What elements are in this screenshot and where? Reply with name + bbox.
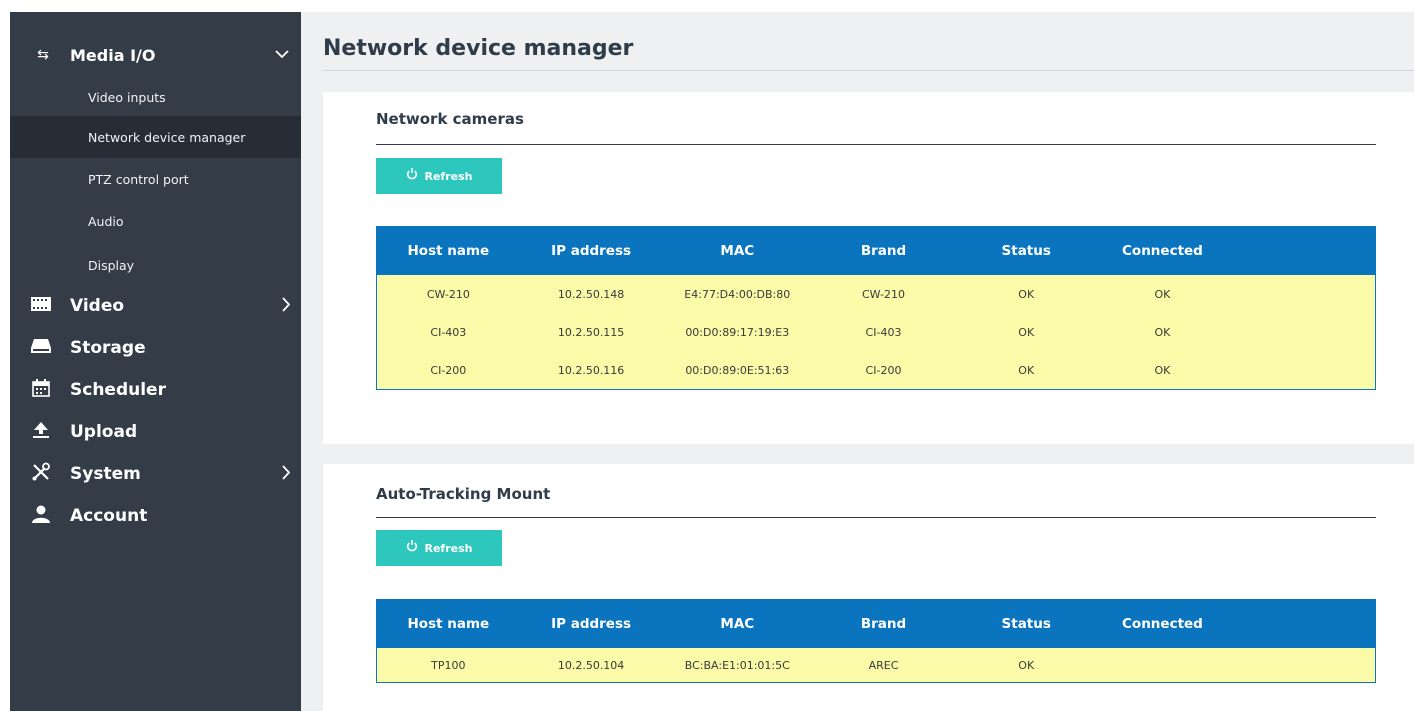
refresh-button[interactable]: Refresh [376, 158, 502, 194]
cell-status: OK [1018, 658, 1035, 672]
cell-ip-address: 10.2.50.148 [557, 287, 625, 301]
chevron-right-icon [282, 296, 291, 317]
film-icon [29, 296, 53, 316]
table-row[interactable]: CI-403 10.2.50.115 00:D0:89:17:19:E3 CI-… [377, 313, 1375, 351]
refresh-button[interactable]: Refresh [376, 530, 502, 566]
cell-host-name: CW-210 [426, 287, 470, 301]
cell-mac: 00:D0:89:0E:51:63 [685, 363, 790, 377]
section-divider [376, 144, 1376, 145]
sidebar-subitem-audio[interactable]: Audio [10, 200, 301, 242]
auto-tracking-table: Host name IP address MAC Brand Status Co… [376, 599, 1376, 683]
sidebar-item-system[interactable]: System [10, 453, 301, 495]
chevron-down-icon [275, 47, 289, 63]
sidebar-item-scheduler[interactable]: Scheduler [10, 369, 301, 411]
auto-tracking-card: Auto-Tracking Mount Refresh Host name IP… [323, 464, 1414, 711]
sidebar-item-account[interactable]: Account [10, 495, 301, 537]
cell-connected: OK [1154, 363, 1171, 377]
network-cameras-table: Host name IP address MAC Brand Status Co… [376, 226, 1376, 390]
cell-host-name: CI-403 [430, 325, 467, 339]
sidebar-subitem-label: Video inputs [88, 89, 166, 105]
cell-status: OK [1018, 325, 1035, 339]
chevron-right-icon [282, 464, 291, 485]
upload-icon [29, 421, 53, 444]
section-title: Network cameras [376, 110, 524, 128]
cell-brand: CI-403 [865, 325, 902, 339]
column-header[interactable]: IP address [520, 243, 663, 259]
section-title: Auto-Tracking Mount [376, 485, 551, 503]
sidebar-item-label: Scheduler [70, 380, 166, 400]
sidebar-subitem-label: Network device manager [88, 129, 246, 145]
column-header[interactable]: Connected [1098, 616, 1228, 632]
sidebar-subitem-label: PTZ control port [88, 171, 189, 187]
sidebar-item-upload[interactable]: Upload [10, 411, 301, 453]
cell-ip-address: 10.2.50.116 [557, 363, 625, 377]
cell-host-name: CI-200 [430, 363, 467, 377]
sidebar-item-label: Storage [70, 338, 146, 358]
cell-mac: 00:D0:89:17:19:E3 [685, 325, 790, 339]
table-header: Host name IP address MAC Brand Status Co… [377, 600, 1375, 648]
sidebar-subitem-display[interactable]: Display [10, 244, 301, 286]
refresh-label: Refresh [424, 541, 473, 555]
column-header[interactable]: Status [955, 616, 1098, 632]
column-header[interactable]: Status [955, 243, 1098, 259]
storage-icon [29, 338, 53, 358]
network-cameras-card: Network cameras Refresh Host name IP add… [323, 92, 1414, 444]
main-content: Network device manager Network cameras R… [301, 12, 1414, 711]
media-io-icon: ⇆ [37, 47, 49, 63]
cell-mac: E4:77:D4:00:DB:80 [684, 287, 791, 301]
column-header[interactable]: Connected [1098, 243, 1228, 259]
section-divider [376, 517, 1376, 518]
column-header[interactable]: Brand [812, 616, 955, 632]
cell-status: OK [1018, 363, 1035, 377]
cell-connected: OK [1154, 287, 1171, 301]
page-title: Network device manager [323, 36, 634, 61]
sidebar-subitem-video-inputs[interactable]: Video inputs [10, 76, 301, 118]
sidebar: ⇆ Media I/O Video inputs Network device … [10, 12, 301, 711]
sidebar-subitem-label: Display [88, 257, 135, 273]
sidebar-item-label: System [70, 464, 141, 484]
title-divider [323, 70, 1414, 71]
refresh-icon [406, 540, 418, 556]
cell-brand: AREC [868, 658, 899, 672]
column-header[interactable]: Host name [377, 616, 520, 632]
sidebar-subitem-network-device-manager[interactable]: Network device manager [10, 116, 301, 158]
cell-connected: OK [1154, 325, 1171, 339]
cell-ip-address: 10.2.50.104 [557, 658, 625, 672]
tools-icon [29, 462, 53, 487]
calendar-icon [29, 378, 53, 402]
column-header[interactable]: IP address [520, 616, 663, 632]
sidebar-subitem-label: Audio [88, 213, 124, 229]
column-header[interactable]: Host name [377, 243, 520, 259]
user-icon [29, 505, 53, 528]
sidebar-item-media-io[interactable]: ⇆ Media I/O [10, 38, 301, 72]
sidebar-item-storage[interactable]: Storage [10, 327, 301, 369]
refresh-icon [406, 168, 418, 184]
sidebar-item-video[interactable]: Video [10, 285, 301, 327]
cell-brand: CW-210 [861, 287, 906, 301]
column-header[interactable]: MAC [662, 616, 812, 632]
table-row[interactable]: CW-210 10.2.50.148 E4:77:D4:00:DB:80 CW-… [377, 275, 1375, 313]
table-row[interactable]: CI-200 10.2.50.116 00:D0:89:0E:51:63 CI-… [377, 351, 1375, 389]
refresh-label: Refresh [424, 169, 473, 183]
cell-host-name: TP100 [431, 658, 466, 672]
sidebar-item-label: Upload [70, 422, 138, 442]
top-strip [0, 0, 1414, 12]
sidebar-item-label: Account [70, 506, 148, 526]
cell-ip-address: 10.2.50.115 [557, 325, 625, 339]
sidebar-item-label: Media I/O [70, 45, 156, 65]
cell-status: OK [1018, 287, 1035, 301]
table-row[interactable]: TP100 10.2.50.104 BC:BA:E1:01:01:5C AREC… [377, 648, 1375, 682]
table-header: Host name IP address MAC Brand Status Co… [377, 227, 1375, 275]
column-header[interactable]: MAC [662, 243, 812, 259]
sidebar-item-label: Video [70, 296, 125, 316]
sidebar-subitem-ptz-control-port[interactable]: PTZ control port [10, 158, 301, 200]
column-header[interactable]: Brand [812, 243, 955, 259]
cell-mac: BC:BA:E1:01:01:5C [684, 658, 790, 672]
cell-brand: CI-200 [865, 363, 902, 377]
